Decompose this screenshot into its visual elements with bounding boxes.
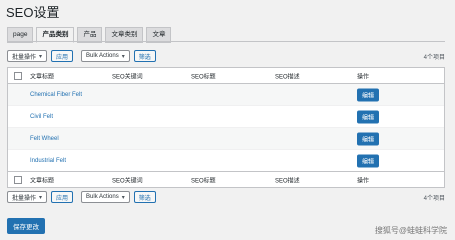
select-all-checkbox[interactable] <box>14 71 22 80</box>
bulk-actions-select[interactable]: Bulk Actions ▾ <box>81 50 130 62</box>
bulk-action-label: 批量操作 <box>12 54 37 61</box>
footer-seo-title: SEO标题 <box>191 178 216 184</box>
edit-button[interactable]: 编辑 <box>357 110 380 123</box>
bulk-actions-select[interactable]: Bulk Actions ▾ <box>81 191 130 203</box>
edit-button[interactable]: 编辑 <box>357 88 380 101</box>
header-actions: 操作 <box>357 74 370 80</box>
bulk-action-label: 批量操作 <box>12 195 37 202</box>
header-seo-description: SEO描述 <box>275 74 300 80</box>
apply-button[interactable]: 应用 <box>51 50 74 62</box>
select-all-checkbox[interactable] <box>14 175 22 184</box>
item-count: 4个项目 <box>423 54 445 61</box>
chevron-down-icon: ▾ <box>121 194 125 201</box>
edit-button[interactable]: 编辑 <box>357 154 380 167</box>
apply-button[interactable]: 应用 <box>51 191 74 203</box>
chevron-down-icon: ▾ <box>121 53 125 60</box>
table-row: Industrial Felt 编辑 <box>8 150 444 171</box>
seo-table: 文章标题 SEO关键词 SEO标题 SEO描述 操作 Chemical Fibe… <box>7 67 445 188</box>
chevron-down-icon: ▾ <box>39 194 43 201</box>
row-title-link[interactable]: Civil Felt <box>30 114 53 120</box>
table-footer: 文章标题 SEO关键词 SEO标题 SEO描述 操作 <box>8 171 444 187</box>
page-title: SEO设置 <box>6 5 60 20</box>
top-toolbar: 批量操作 ▾ 应用 Bulk Actions ▾ 筛选 4个项目 <box>7 49 445 63</box>
item-count: 4个项目 <box>423 195 445 202</box>
bulk-action-select[interactable]: 批量操作 ▾ <box>7 191 48 203</box>
footer-title: 文章标题 <box>30 178 55 184</box>
table-header: 文章标题 SEO关键词 SEO标题 SEO描述 操作 <box>8 68 444 84</box>
edit-button[interactable]: 编辑 <box>357 132 380 145</box>
filter-button[interactable]: 筛选 <box>133 50 156 62</box>
table-row: Civil Felt 编辑 <box>8 106 444 128</box>
chevron-down-icon: ▾ <box>39 53 43 60</box>
footer-seo-description: SEO描述 <box>275 178 300 184</box>
header-seo-title: SEO标题 <box>191 74 216 80</box>
bulk-action-select[interactable]: 批量操作 ▾ <box>7 50 48 62</box>
bulk-actions-label: Bulk Actions <box>86 53 119 59</box>
tabs-divider <box>7 41 445 42</box>
header-seo-keywords: SEO关键词 <box>112 74 143 80</box>
bottom-toolbar: 批量操作 ▾ 应用 Bulk Actions ▾ 筛选 4个项目 <box>7 190 445 204</box>
filter-button[interactable]: 筛选 <box>133 191 156 203</box>
save-changes-button[interactable]: 保存更改 <box>7 218 45 234</box>
row-title-link[interactable]: Industrial Felt <box>30 158 66 164</box>
footer-seo-keywords: SEO关键词 <box>112 178 143 184</box>
table-row: Chemical Fiber Felt 编辑 <box>8 84 444 106</box>
row-title-link[interactable]: Felt Wheel <box>30 136 59 142</box>
watermark: 搜狐号@蛙蛙科学院 <box>374 226 447 235</box>
footer-actions: 操作 <box>357 178 370 184</box>
header-title: 文章标题 <box>30 74 55 80</box>
row-title-link[interactable]: Chemical Fiber Felt <box>30 92 82 98</box>
bulk-actions-label: Bulk Actions <box>86 194 119 200</box>
table-row: Felt Wheel 编辑 <box>8 128 444 150</box>
